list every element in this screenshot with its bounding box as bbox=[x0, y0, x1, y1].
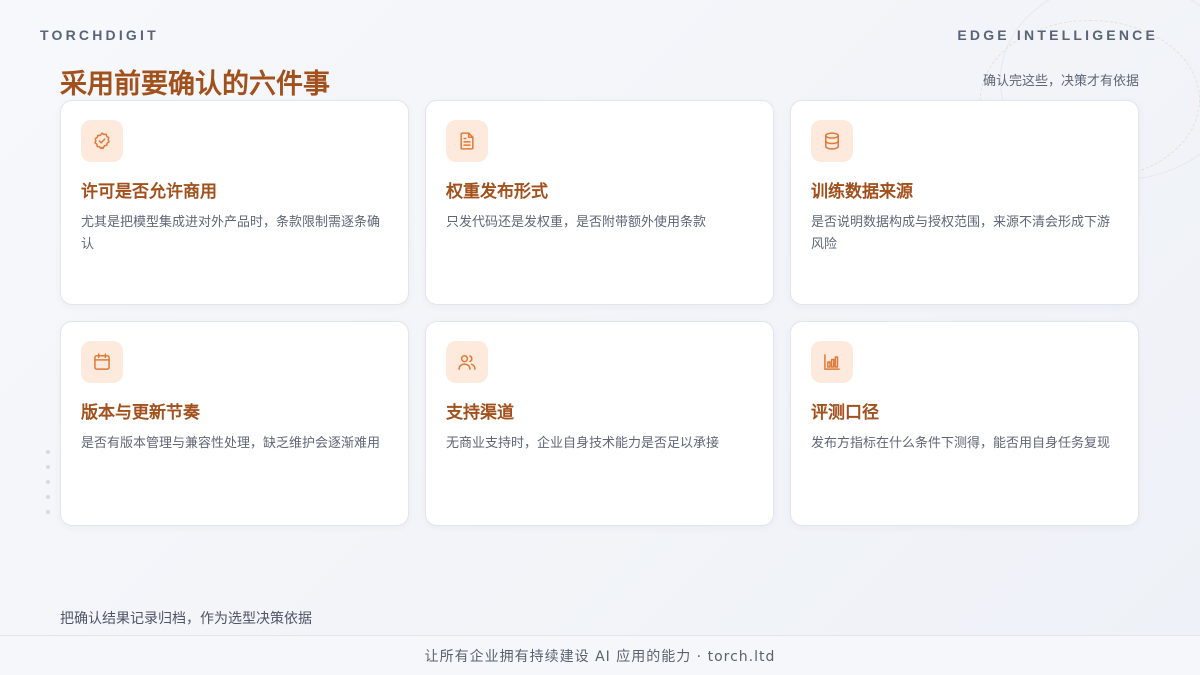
card-description: 是否说明数据构成与授权范围，来源不清会形成下游风险 bbox=[811, 215, 1111, 252]
card-title: 评测口径 bbox=[811, 403, 879, 423]
card-description: 发布方指标在什么条件下测得，能否用自身任务复现 bbox=[811, 436, 1111, 451]
footer-bar: 让所有企业拥有持续建设 AI 应用的能力 · torch.ltd bbox=[0, 635, 1200, 675]
card-training-data: 训练数据来源 是否说明数据构成与授权范围，来源不清会形成下游风险 bbox=[790, 100, 1139, 305]
checklist-grid: 许可是否允许商用 尤其是把模型集成进对外产品时，条款限制需逐条确认 权重发布形式… bbox=[60, 100, 1140, 526]
users-icon bbox=[446, 341, 488, 383]
card-weights: 权重发布形式 只发代码还是发权重，是否附带额外使用条款 bbox=[425, 100, 774, 305]
page-title: 采用前要确认的六件事 bbox=[60, 69, 330, 100]
card-license: 许可是否允许商用 尤其是把模型集成进对外产品时，条款限制需逐条确认 bbox=[60, 100, 409, 305]
decorative-dots bbox=[46, 450, 50, 514]
database-icon bbox=[811, 120, 853, 162]
calendar-icon bbox=[81, 341, 123, 383]
card-title: 支持渠道 bbox=[446, 403, 514, 423]
bar-chart-icon bbox=[811, 341, 853, 383]
card-title: 权重发布形式 bbox=[446, 182, 548, 202]
card-title: 训练数据来源 bbox=[811, 182, 913, 202]
card-evaluation: 评测口径 发布方指标在什么条件下测得，能否用自身任务复现 bbox=[790, 321, 1139, 526]
brand-tagline: EDGE INTELLIGENCE bbox=[957, 27, 1158, 43]
footer-tagline: 让所有企业拥有持续建设 AI 应用的能力 · torch.ltd bbox=[424, 648, 776, 665]
page-subtitle: 确认完这些，决策才有依据 bbox=[982, 74, 1139, 89]
card-versioning: 版本与更新节奏 是否有版本管理与兼容性处理，缺乏维护会逐渐难用 bbox=[60, 321, 409, 526]
card-description: 是否有版本管理与兼容性处理，缺乏维护会逐渐难用 bbox=[81, 436, 381, 451]
card-description: 只发代码还是发权重，是否附带额外使用条款 bbox=[446, 215, 707, 230]
card-title: 版本与更新节奏 bbox=[81, 403, 200, 423]
card-description: 无商业支持时，企业自身技术能力是否足以承接 bbox=[446, 436, 720, 451]
card-support: 支持渠道 无商业支持时，企业自身技术能力是否足以承接 bbox=[425, 321, 774, 526]
badge-check-icon bbox=[81, 120, 123, 162]
card-description: 尤其是把模型集成进对外产品时，条款限制需逐条确认 bbox=[81, 215, 381, 252]
card-title: 许可是否允许商用 bbox=[81, 182, 217, 202]
footer-note: 把确认结果记录归档，作为选型决策依据 bbox=[60, 611, 312, 627]
brand-logo-text: TORCHDIGIT bbox=[40, 27, 159, 43]
document-icon bbox=[446, 120, 488, 162]
